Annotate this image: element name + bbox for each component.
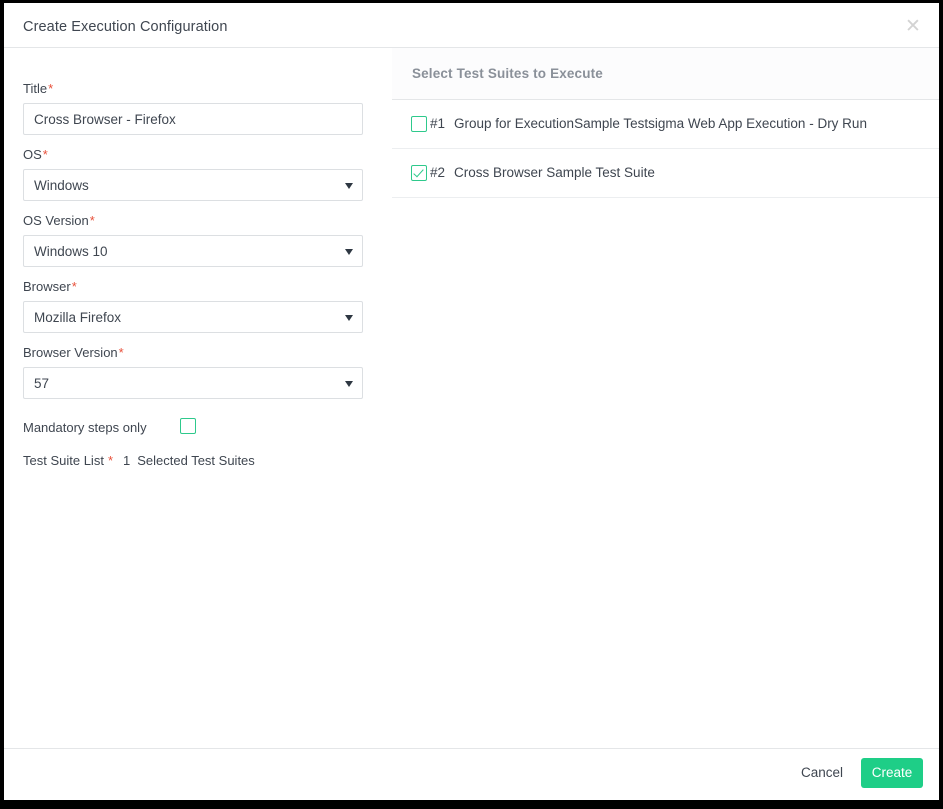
test-suite-row[interactable]: #1Group for ExecutionSample Testsigma We… <box>392 100 939 149</box>
field-os: OS* Windows <box>23 147 363 201</box>
test-suite-panel-title: Select Test Suites to Execute <box>412 66 603 81</box>
required-asterisk: * <box>48 81 53 96</box>
configuration-form-pane: Title* Cross Browser - Firefox OS* Windo… <box>4 48 392 748</box>
chevron-down-icon <box>345 381 353 387</box>
test-suite-checkbox[interactable] <box>411 116 427 132</box>
test-suite-list-label: Test Suite List <box>23 453 104 468</box>
os-select[interactable]: Windows <box>23 169 363 201</box>
os-select-value: Windows <box>34 170 89 202</box>
field-title-label: Title* <box>23 81 363 96</box>
selected-suite-suffix: Selected Test Suites <box>137 453 255 468</box>
test-suite-name: Group for ExecutionSample Testsigma Web … <box>454 100 867 148</box>
field-os-version: OS Version* Windows 10 <box>23 213 363 267</box>
close-icon[interactable]: ✕ <box>902 16 924 38</box>
field-title: Title* Cross Browser - Firefox <box>23 81 363 135</box>
os-version-select[interactable]: Windows 10 <box>23 235 363 267</box>
browser-select-value: Mozilla Firefox <box>34 302 121 334</box>
field-browser-version-label: Browser Version* <box>23 345 363 360</box>
field-os-version-label: OS Version* <box>23 213 363 228</box>
required-asterisk: * <box>43 147 48 162</box>
create-button[interactable]: Create <box>861 758 923 788</box>
field-os-label: OS* <box>23 147 363 162</box>
browser-version-select[interactable]: 57 <box>23 367 363 399</box>
chevron-down-icon <box>345 249 353 255</box>
test-suite-name: Cross Browser Sample Test Suite <box>454 149 655 197</box>
test-suite-checkbox[interactable] <box>411 165 427 181</box>
page-backdrop: Create Execution Configuration ✕ Title* … <box>0 0 943 809</box>
field-browser: Browser* Mozilla Firefox <box>23 279 363 333</box>
required-asterisk: * <box>72 279 77 294</box>
mandatory-steps-row: Mandatory steps only <box>23 418 363 440</box>
browser-version-select-value: 57 <box>34 368 49 400</box>
test-suite-selection-pane: Select Test Suites to Execute #1Group fo… <box>392 48 939 748</box>
os-version-select-value: Windows 10 <box>34 236 108 268</box>
chevron-down-icon <box>345 183 353 189</box>
required-asterisk: * <box>108 453 113 468</box>
test-suite-list-summary: Test Suite List * 1 Selected Test Suites <box>23 453 255 468</box>
required-asterisk: * <box>90 213 95 228</box>
title-input-value: Cross Browser - Firefox <box>34 104 176 136</box>
required-asterisk: * <box>119 345 124 360</box>
mandatory-steps-checkbox[interactable] <box>180 418 196 434</box>
test-suite-number: #2 <box>430 149 445 197</box>
title-input[interactable]: Cross Browser - Firefox <box>23 103 363 135</box>
test-suite-row[interactable]: #2Cross Browser Sample Test Suite <box>392 149 939 198</box>
field-browser-version: Browser Version* 57 <box>23 345 363 399</box>
create-execution-configuration-dialog: Create Execution Configuration ✕ Title* … <box>4 3 939 800</box>
chevron-down-icon <box>345 315 353 321</box>
field-browser-label: Browser* <box>23 279 363 294</box>
selected-suite-count: 1 <box>123 453 130 468</box>
test-suite-panel-header: Select Test Suites to Execute <box>392 48 939 100</box>
test-suite-number: #1 <box>430 100 445 148</box>
cancel-button[interactable]: Cancel <box>801 765 843 780</box>
dialog-footer: Cancel Create <box>4 748 939 800</box>
mandatory-steps-label: Mandatory steps only <box>23 420 147 435</box>
dialog-title: Create Execution Configuration <box>23 19 228 35</box>
browser-select[interactable]: Mozilla Firefox <box>23 301 363 333</box>
dialog-body: Title* Cross Browser - Firefox OS* Windo… <box>4 48 939 748</box>
dialog-titlebar: Create Execution Configuration ✕ <box>4 3 939 48</box>
